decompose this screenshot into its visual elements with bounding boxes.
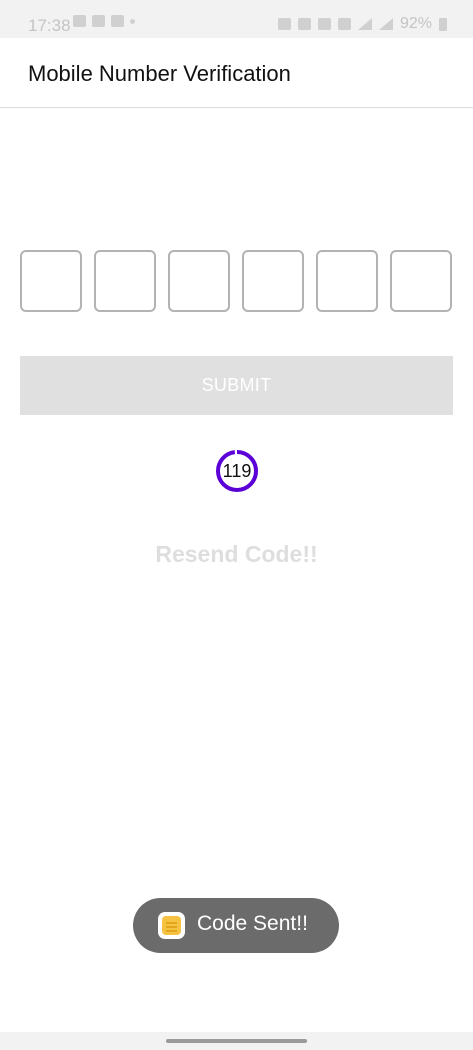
page-title: Mobile Number Verification xyxy=(28,61,291,86)
gallery-icon xyxy=(92,15,105,27)
status-right-icons: 92% xyxy=(277,15,447,33)
otp-digit-1[interactable] xyxy=(20,250,82,312)
battery-icon xyxy=(439,17,447,31)
notes-app-icon xyxy=(158,912,185,939)
mail-icon xyxy=(111,15,124,27)
status-bar: 17:38 92% xyxy=(0,0,473,38)
wifi-icon xyxy=(337,18,351,30)
toast-message: Code Sent!! xyxy=(197,912,308,935)
status-left-icons xyxy=(73,15,135,27)
status-time: 17:38 xyxy=(28,16,71,35)
otp-digit-6[interactable] xyxy=(390,250,452,312)
alarm-icon xyxy=(277,18,291,30)
otp-digit-4[interactable] xyxy=(242,250,304,312)
timer-value: 119 xyxy=(222,460,252,481)
countdown-timer: 119 xyxy=(215,449,259,493)
app-bar: Mobile Number Verification xyxy=(0,38,473,108)
signal-icon xyxy=(378,18,393,30)
toast-notification: Code Sent!! xyxy=(133,898,339,953)
otp-digit-3[interactable] xyxy=(168,250,230,312)
dot-icon xyxy=(130,18,135,24)
home-indicator[interactable] xyxy=(166,1039,307,1043)
otp-digit-5[interactable] xyxy=(316,250,378,312)
otp-input-row xyxy=(20,250,453,312)
data-icon xyxy=(317,18,331,30)
resend-code-link[interactable]: Resend Code!! xyxy=(0,541,473,568)
submit-button[interactable]: SUBMIT xyxy=(20,356,453,415)
mute-icon xyxy=(297,18,311,30)
usb-icon xyxy=(73,15,86,27)
signal-icon xyxy=(357,18,372,30)
otp-digit-2[interactable] xyxy=(94,250,156,312)
navigation-bar xyxy=(0,1032,473,1050)
battery-percent: 92% xyxy=(399,15,432,32)
